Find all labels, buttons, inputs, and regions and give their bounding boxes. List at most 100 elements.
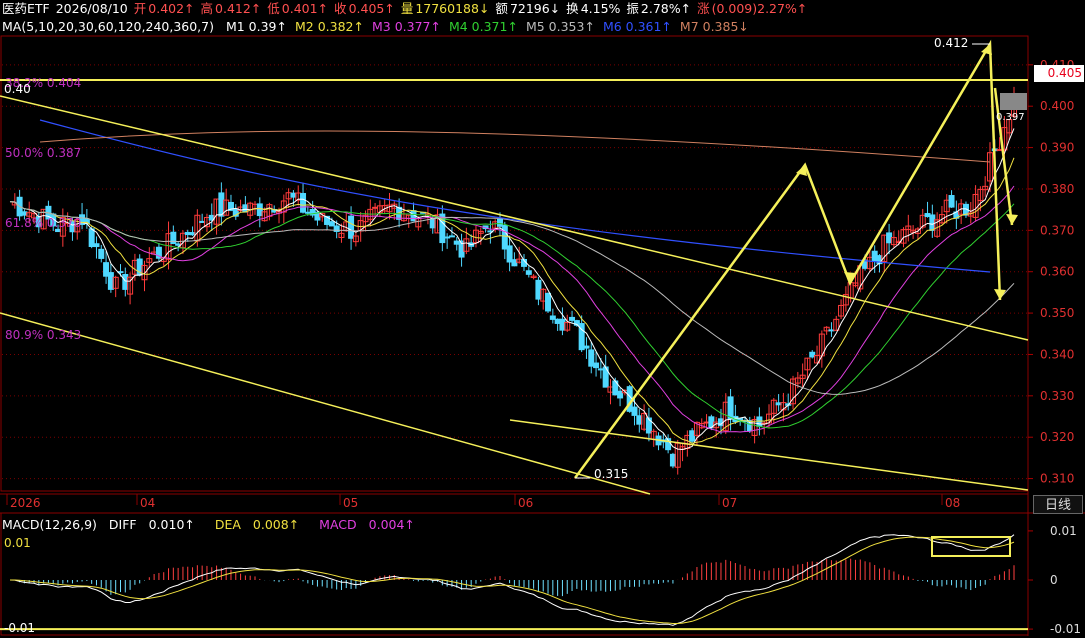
- dea-item: DEA 0.008↑: [215, 517, 307, 532]
- y-tick-label: 0.310: [1040, 472, 1074, 486]
- high-label: 高: [200, 1, 214, 16]
- macd-top-left: 0.01: [4, 536, 31, 550]
- candle-body: [218, 192, 225, 217]
- diff-value: 0.010↑: [148, 517, 195, 532]
- amount-label: 额: [495, 1, 508, 16]
- x-tick-label: 07: [722, 496, 737, 510]
- close-label: 收: [334, 1, 347, 16]
- change-label: 涨: [697, 1, 710, 16]
- y-tick-label: 0.380: [1040, 182, 1074, 196]
- high-value: 0.412↑: [215, 1, 262, 16]
- close-value: 0.405↑: [348, 1, 395, 16]
- ma-item-m1: M1 0.39↑: [225, 19, 287, 34]
- candle-body: [669, 453, 676, 467]
- macd-label: MACD: [319, 517, 357, 532]
- amount-value: 72196↓: [509, 1, 561, 16]
- dea-value: 0.008↑: [252, 517, 300, 532]
- turnover-value: 4.15%: [580, 1, 621, 16]
- candle-body: [304, 211, 311, 214]
- ma-item-m7: M7 0.385↓: [679, 19, 749, 34]
- x-tick-label: 2026: [10, 496, 41, 510]
- quote-header: 医药ETF 2026/08/10 开 0.402↑ 高 0.412↑ 低 0.401↑…: [2, 0, 809, 17]
- macd-value: 0.004↑: [368, 517, 415, 532]
- y-tick-label: 0.340: [1040, 347, 1074, 361]
- ma-items: M1 0.39↑ M2 0.382↑ M3 0.377↑ M4 0.371↑ M5 0.…: [226, 19, 757, 34]
- ma-line-30: [9, 201, 1015, 429]
- day-line-button[interactable]: 日线: [1033, 495, 1083, 514]
- turnover-label: 换: [566, 1, 579, 16]
- ma-item-m5: M5 0.353↑: [525, 19, 595, 34]
- left-value-label: 0.40: [4, 82, 31, 96]
- diff-label: DIFF: [108, 517, 137, 532]
- ma-value-box: [1000, 93, 1027, 110]
- change-value: (0.009)2.27%↑: [711, 1, 808, 16]
- candle-body: [886, 232, 893, 244]
- x-tick-label: 04: [140, 496, 155, 510]
- candle-body: [328, 221, 335, 227]
- candle-body: [300, 193, 307, 213]
- candle-body: [549, 315, 556, 320]
- arrow-head: [1006, 214, 1018, 225]
- fib-label: 80.9% 0.343: [5, 328, 82, 343]
- candle-body: [588, 349, 595, 367]
- chart-canvas: 0.310 0.320 0.330 0.340 0.350 0.360 0.370 0.380…: [0, 35, 1085, 636]
- wave-path: [573, 39, 1002, 479]
- macd-axis-label: 0: [1050, 573, 1058, 587]
- candle-body: [617, 390, 624, 399]
- candle-body: [506, 245, 513, 263]
- high-mark-label: 0.412: [934, 36, 969, 50]
- macd-title: MACD(12,26,9): [2, 517, 97, 532]
- candle-body: [88, 228, 95, 248]
- open-value: 0.402↑: [148, 1, 195, 16]
- lower-channel-line: [0, 312, 651, 495]
- candle-body: [525, 270, 532, 275]
- candle-body: [593, 362, 600, 369]
- candle-body: [689, 430, 696, 442]
- low-label: 低: [267, 1, 280, 16]
- macd-axis-label: 0.01: [1050, 524, 1077, 538]
- amplitude-label: 振: [626, 1, 639, 16]
- candle-body: [703, 421, 710, 424]
- candle-body: [924, 213, 931, 218]
- candle-body: [429, 218, 436, 229]
- candle-body: [809, 351, 816, 358]
- candle-body: [256, 203, 263, 217]
- ma-item-m6: M6 0.361↑: [602, 19, 672, 34]
- low-mark-label: 0.315: [594, 467, 629, 481]
- ma-title: MA(5,10,20,30,60,120,240,360,7): [2, 19, 214, 34]
- ma-line-60: [9, 201, 1015, 395]
- ma-tag-label: 0.397: [996, 112, 1025, 123]
- candle-body: [545, 292, 552, 312]
- ma-line-20: [9, 185, 1015, 433]
- candle-body: [559, 318, 566, 331]
- candle-body: [569, 316, 576, 321]
- fib-label: 61.8% 0.370: [5, 216, 82, 231]
- volume-value: 17760188↓: [415, 1, 490, 16]
- candle-body: [93, 243, 100, 248]
- candle-body: [511, 259, 518, 267]
- low-value: 0.401↑: [281, 1, 329, 16]
- volume-label: 量: [400, 1, 414, 16]
- candle-body: [583, 345, 590, 349]
- candle-body: [199, 220, 206, 223]
- candle-body: [103, 262, 110, 277]
- candle-body: [929, 214, 936, 231]
- ma-item-m2: M2 0.382↑: [295, 19, 364, 34]
- y-tick-label: 0.360: [1040, 265, 1074, 279]
- ma-item-m3: M3 0.377↑: [371, 19, 441, 34]
- ma-legend: MA(5,10,20,30,60,120,240,360,7) M1 0.39↑…: [2, 18, 765, 35]
- x-tick-label: 06: [518, 496, 533, 510]
- candle-body: [448, 235, 455, 238]
- candle-body: [727, 396, 734, 420]
- amplitude-value: 2.78%↑: [640, 1, 692, 16]
- macd-item: MACD 0.004↑: [319, 517, 423, 532]
- security-name: 医药ETF: [2, 1, 50, 16]
- y-tick-label: 0.330: [1040, 389, 1074, 403]
- macd-header: MACD(12,26,9) DIFF 0.010↑ DEA 0.008↑ MAC…: [2, 517, 431, 533]
- candle-body: [98, 248, 105, 259]
- arrow-head: [994, 289, 1006, 300]
- macd-axis-label: -0.01: [1050, 622, 1081, 636]
- candle-body: [501, 225, 508, 250]
- current-price-tag: 0.405: [1034, 65, 1084, 82]
- candle-body: [948, 195, 955, 208]
